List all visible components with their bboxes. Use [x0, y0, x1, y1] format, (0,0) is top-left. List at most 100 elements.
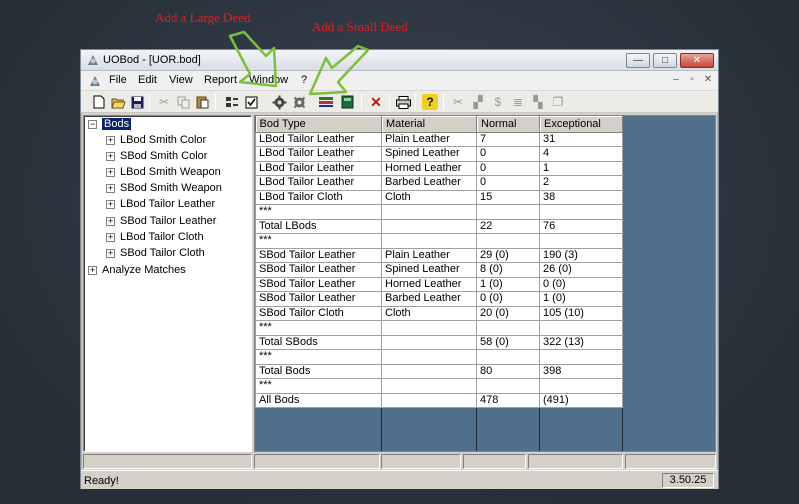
table-cell[interactable]	[381, 204, 477, 220]
save-icon[interactable]	[129, 94, 145, 110]
table-cell[interactable]: LBod Tailor Leather	[255, 131, 382, 147]
expand-icon[interactable]: +	[88, 265, 97, 275]
add-large-deed-icon[interactable]	[224, 94, 240, 110]
collapse-icon[interactable]: −	[88, 119, 97, 129]
table-cell[interactable]	[476, 378, 540, 394]
tree-item[interactable]: + SBod Tailor Leather	[106, 214, 216, 229]
table-cell[interactable]	[381, 363, 477, 379]
table-row[interactable]: LBod Tailor Leather Spined Leather 0 4	[255, 146, 623, 162]
table-row[interactable]: ***	[255, 349, 623, 365]
table-row[interactable]: Total SBods 58 (0) 322 (13)	[255, 334, 623, 350]
close-button[interactable]: ✕	[680, 53, 714, 68]
table-cell[interactable]: Horned Leather	[381, 276, 477, 292]
column-header-material[interactable]: Material	[381, 116, 477, 133]
table-cell[interactable]: 29 (0)	[476, 247, 540, 263]
title-bar[interactable]: UOBod - [UOR.bod] — □ ✕	[81, 50, 718, 71]
expand-icon[interactable]: +	[106, 135, 115, 145]
mdi-minimize-button[interactable]: –	[669, 74, 683, 87]
table-row[interactable]: ***	[255, 204, 623, 220]
menu-edit[interactable]: Edit	[138, 74, 157, 86]
table-cell[interactable]	[381, 378, 477, 394]
table-cell[interactable]: 58 (0)	[476, 334, 540, 350]
bod-grid[interactable]: Bod Type Material Normal Exceptional LBo…	[254, 115, 716, 452]
document-menu-icon[interactable]	[88, 74, 102, 88]
table-cell[interactable]: 398	[539, 363, 623, 379]
table-cell[interactable]	[381, 233, 477, 249]
minimize-button[interactable]: —	[626, 53, 650, 68]
table-cell[interactable]: 190 (3)	[539, 247, 623, 263]
tree-analyze-matches[interactable]: + Analyze Matches	[88, 263, 186, 278]
copy-icon[interactable]	[175, 94, 191, 110]
table-cell[interactable]: 322 (13)	[539, 334, 623, 350]
table-row[interactable]: LBod Tailor Leather Plain Leather 7 31	[255, 131, 623, 147]
table-cell[interactable]: Cloth	[381, 189, 477, 205]
gear-icon[interactable]	[271, 94, 287, 110]
table-cell[interactable]: Total Bods	[255, 363, 382, 379]
cut-icon[interactable]: ✂	[156, 94, 172, 110]
table-cell[interactable]	[476, 204, 540, 220]
expand-icon[interactable]: +	[106, 216, 115, 226]
table-cell[interactable]: Total SBods	[255, 334, 382, 350]
tree-item[interactable]: + SBod Smith Weapon	[106, 181, 222, 196]
table-row[interactable]: SBod Tailor Cloth Cloth 20 (0) 105 (10)	[255, 305, 623, 321]
tree-root-bods[interactable]: − Bods	[88, 117, 132, 132]
table-row[interactable]: LBod Tailor Cloth Cloth 15 38	[255, 189, 623, 205]
tree-item[interactable]: + LBod Tailor Cloth	[106, 230, 204, 245]
table-row[interactable]: ***	[255, 320, 623, 336]
menu-file[interactable]: File	[109, 74, 127, 86]
table-cell[interactable]: 8 (0)	[476, 262, 540, 278]
expand-icon[interactable]: +	[106, 232, 115, 242]
table-cell[interactable]: 80	[476, 363, 540, 379]
table-cell[interactable]	[539, 233, 623, 249]
table-cell[interactable]: 76	[539, 218, 623, 234]
table-cell[interactable]: 0	[476, 146, 540, 162]
table-row[interactable]: ***	[255, 378, 623, 394]
table-cell[interactable]: LBod Tailor Leather	[255, 160, 382, 176]
table-cell[interactable]: 26 (0)	[539, 262, 623, 278]
table-cell[interactable]: 4	[539, 146, 623, 162]
open-icon[interactable]	[110, 94, 126, 110]
table-cell[interactable]: LBod Tailor Leather	[255, 146, 382, 162]
table-cell[interactable]: SBod Tailor Leather	[255, 262, 382, 278]
table-cell[interactable]: 0 (0)	[476, 291, 540, 307]
column-header-normal[interactable]: Normal	[476, 116, 540, 133]
table-cell[interactable]: SBod Tailor Cloth	[255, 305, 382, 321]
table-cell[interactable]	[539, 349, 623, 365]
table-cell[interactable]: 1 (0)	[476, 276, 540, 292]
table-cell[interactable]	[476, 349, 540, 365]
table-cell[interactable]	[539, 378, 623, 394]
table-cell[interactable]: 2	[539, 175, 623, 191]
table-cell[interactable]: 1 (0)	[539, 291, 623, 307]
table-cell[interactable]: ***	[255, 233, 382, 249]
print-icon[interactable]	[395, 94, 411, 110]
expand-icon[interactable]: +	[106, 151, 115, 161]
menu-view[interactable]: View	[169, 74, 193, 86]
table-row[interactable]: SBod Tailor Leather Barbed Leather 0 (0) 1 …	[255, 291, 623, 307]
table-row[interactable]: Total LBods 22 76	[255, 218, 623, 234]
table-cell[interactable]: SBod Tailor Leather	[255, 247, 382, 263]
expand-icon[interactable]: +	[106, 248, 115, 258]
table-cell[interactable]: Plain Leather	[381, 247, 477, 263]
table-cell[interactable]: 1	[539, 160, 623, 176]
table-cell[interactable]: Plain Leather	[381, 131, 477, 147]
table-cell[interactable]: ***	[255, 204, 382, 220]
table-cell[interactable]: Horned Leather	[381, 160, 477, 176]
table-row[interactable]: LBod Tailor Leather Barbed Leather 0 2	[255, 175, 623, 191]
help-icon[interactable]: ?	[422, 94, 438, 110]
table-cell[interactable]: 15	[476, 189, 540, 205]
table-cell[interactable]: Spined Leather	[381, 262, 477, 278]
table-row[interactable]: Total Bods 80 398	[255, 363, 623, 379]
table-cell[interactable]	[381, 320, 477, 336]
tree-item[interactable]: + LBod Tailor Leather	[106, 197, 215, 212]
table-cell[interactable]: ***	[255, 349, 382, 365]
table-cell[interactable]: 0	[476, 175, 540, 191]
table-cell[interactable]: Barbed Leather	[381, 175, 477, 191]
table-cell[interactable]	[381, 349, 477, 365]
table-cell[interactable]: SBod Tailor Leather	[255, 291, 382, 307]
maximize-button[interactable]: □	[653, 53, 677, 68]
table-cell[interactable]: LBod Tailor Leather	[255, 175, 382, 191]
add-small-deed-icon[interactable]	[243, 94, 259, 110]
table-cell[interactable]: Spined Leather	[381, 146, 477, 162]
table-row[interactable]: LBod Tailor Leather Horned Leather 0 1	[255, 160, 623, 176]
table-cell[interactable]	[476, 233, 540, 249]
